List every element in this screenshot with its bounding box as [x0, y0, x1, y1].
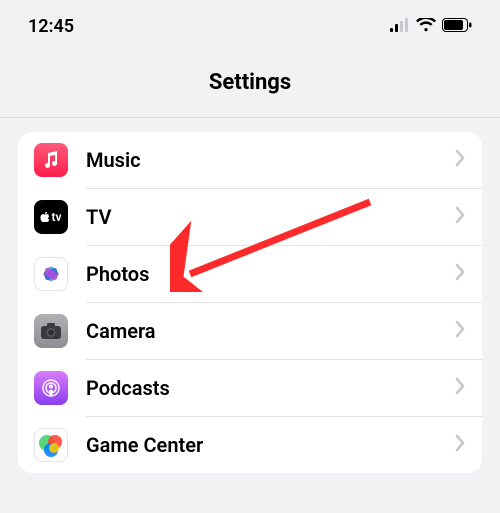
status-bar: 12:45	[0, 0, 500, 48]
chevron-right-icon	[454, 377, 466, 399]
row-podcasts[interactable]: Podcasts	[18, 360, 482, 416]
row-label: TV	[86, 205, 454, 229]
row-label: Game Center	[86, 433, 454, 457]
camera-icon	[34, 314, 68, 348]
chevron-right-icon	[454, 320, 466, 342]
header: Settings	[0, 48, 500, 118]
row-label: Photos	[86, 262, 454, 286]
gamecenter-icon	[34, 428, 68, 462]
chevron-right-icon	[454, 263, 466, 285]
settings-list: Music 🣿tv tv TV	[18, 132, 482, 473]
chevron-right-icon	[454, 206, 466, 228]
row-music[interactable]: Music	[18, 132, 482, 188]
music-icon	[34, 143, 68, 177]
podcasts-icon	[34, 371, 68, 405]
tv-icon: 🣿tv tv	[34, 200, 68, 234]
row-tv[interactable]: 🣿tv tv TV	[18, 189, 482, 245]
status-icons	[390, 17, 472, 36]
row-camera[interactable]: Camera	[18, 303, 482, 359]
chevron-right-icon	[454, 434, 466, 456]
row-gamecenter[interactable]: Game Center	[18, 417, 482, 473]
battery-icon	[442, 17, 472, 36]
row-label: Music	[86, 148, 454, 172]
cellular-icon	[390, 17, 410, 36]
photos-icon	[34, 257, 68, 291]
row-photos[interactable]: Photos	[18, 246, 482, 302]
row-label: Camera	[86, 319, 454, 343]
page-title: Settings	[0, 70, 500, 95]
chevron-right-icon	[454, 149, 466, 171]
row-label: Podcasts	[86, 376, 454, 400]
status-time: 12:45	[28, 16, 74, 37]
wifi-icon	[416, 17, 436, 36]
